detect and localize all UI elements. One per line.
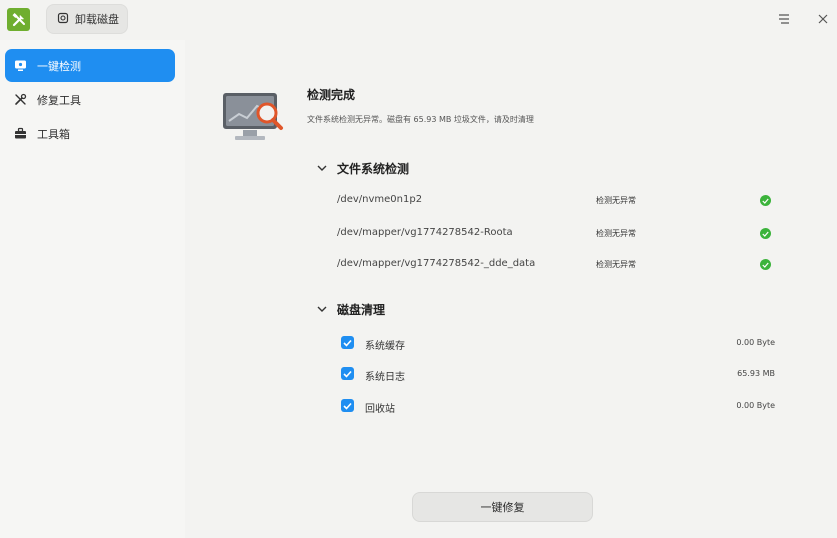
sidebar: 一键检测 修复工具 工具箱 — [0, 40, 185, 538]
system-cache-checkbox[interactable] — [341, 336, 354, 349]
one-click-repair-button[interactable]: 一键修复 — [412, 492, 593, 522]
filesystem-section-title: 文件系统检测 — [337, 162, 410, 176]
filesystem-section-header[interactable]: 文件系统检测 — [317, 160, 409, 177]
cleanup-row: 系统日志 65.93 MB — [335, 364, 775, 384]
device-name: /dev/nvme0n1p2 — [337, 194, 423, 205]
device-name: /dev/mapper/vg1774278542-_dde_data — [337, 258, 536, 269]
sidebar-item-label: 一键检测 — [37, 59, 81, 73]
cleanup-section-header[interactable]: 磁盘清理 — [317, 301, 385, 318]
cleanup-row: 回收站 0.00 Byte — [335, 396, 775, 416]
sidebar-item-toolbox[interactable]: 工具箱 — [5, 117, 175, 150]
close-icon[interactable] — [812, 8, 834, 30]
monitor-icon — [14, 59, 27, 72]
sidebar-item-one-click-check[interactable]: 一键检测 — [5, 49, 175, 82]
toolbox-logo-icon — [7, 8, 30, 31]
sidebar-item-label: 工具箱 — [37, 127, 70, 141]
status-title: 检测完成 — [307, 88, 356, 102]
trash-checkbox[interactable] — [341, 399, 354, 412]
cleanup-section-title: 磁盘清理 — [337, 303, 386, 317]
cleanup-item-size: 0.00 Byte — [736, 401, 775, 410]
cleanup-item-size: 0.00 Byte — [736, 338, 775, 347]
cleanup-item-size: 65.93 MB — [737, 369, 775, 378]
main-panel: 检测完成 文件系统检测无异常。磁盘有 65.93 MB 垃圾文件，请及时清理 文… — [185, 40, 837, 538]
cleanup-item-label: 系统缓存 — [365, 341, 405, 352]
device-status: 检测无异常 — [596, 229, 636, 238]
check-ok-icon — [760, 228, 771, 239]
menu-icon[interactable] — [773, 8, 795, 30]
tools-icon — [14, 93, 27, 106]
cleanup-item-label: 回收站 — [365, 404, 395, 415]
check-ok-icon — [760, 195, 771, 206]
chevron-down-icon — [317, 164, 327, 174]
sidebar-item-repair-tools[interactable]: 修复工具 — [5, 83, 175, 116]
cleanup-row: 系统缓存 0.00 Byte — [335, 333, 775, 353]
device-status: 检测无异常 — [596, 260, 636, 269]
device-name: /dev/mapper/vg1774278542-Roota — [337, 227, 513, 238]
check-ok-icon — [760, 259, 771, 270]
unmount-disk-label: 卸载磁盘 — [75, 13, 119, 26]
disk-check-monitor-icon — [221, 90, 285, 144]
chevron-down-icon — [317, 305, 327, 315]
toolbox-icon — [14, 127, 27, 140]
title-bar: 卸载磁盘 — [0, 0, 837, 40]
sidebar-item-label: 修复工具 — [37, 93, 81, 107]
system-log-checkbox[interactable] — [341, 367, 354, 380]
device-status: 检测无异常 — [596, 196, 636, 205]
disk-icon — [57, 12, 69, 27]
device-row: /dev/mapper/vg1774278542-_dde_data 检测无异常 — [335, 255, 775, 275]
cleanup-item-label: 系统日志 — [365, 372, 405, 383]
device-row: /dev/mapper/vg1774278542-Roota 检测无异常 — [335, 224, 775, 244]
unmount-disk-tab[interactable]: 卸载磁盘 — [46, 4, 128, 34]
device-row: /dev/nvme0n1p2 检测无异常 — [335, 191, 775, 211]
status-description: 文件系统检测无异常。磁盘有 65.93 MB 垃圾文件，请及时清理 — [307, 115, 534, 124]
